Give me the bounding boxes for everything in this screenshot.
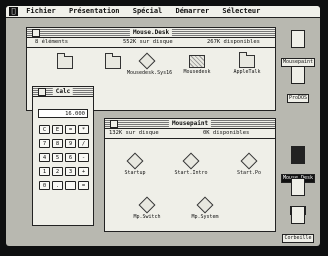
icon-label: Mp.Switch xyxy=(133,214,161,220)
disk-used: 132K sur disque xyxy=(109,130,159,136)
calc-key[interactable]: 9 xyxy=(65,139,76,148)
desktop-icon-label: Corbeille xyxy=(282,234,314,243)
main-window-title: Mouse.Desk xyxy=(129,28,173,37)
calc-key[interactable]: = xyxy=(78,181,89,190)
file-icon-mp-system[interactable]: Mp.System xyxy=(185,196,225,221)
icon-label: Start.Intro xyxy=(174,170,208,176)
diamond-file-icon xyxy=(196,196,214,214)
diamond-file-icon xyxy=(138,52,156,70)
calc-key[interactable]: / xyxy=(78,139,89,148)
calculator-window[interactable]: Calc 16.000 C E = * 7 8 9/4 5 6-1 2 3 +0. = xyxy=(32,86,94,226)
disk-icon xyxy=(291,66,305,84)
calc-key[interactable]: . xyxy=(52,181,63,190)
apple-menu-icon[interactable]:  xyxy=(9,7,18,16)
calc-key[interactable]: 3 xyxy=(65,167,76,176)
diamond-file-icon xyxy=(126,152,144,170)
icon-label: Mousedesk xyxy=(183,69,211,75)
disk-free: 267K disponibles xyxy=(207,39,260,45)
calc-key[interactable]: 5 xyxy=(52,153,63,162)
folder-icon-appletalk[interactable]: AppleTalk xyxy=(227,52,267,76)
icon-label: Mp.System xyxy=(191,214,219,220)
calc-key[interactable]: 6 xyxy=(65,153,76,162)
calc-key[interactable]: + xyxy=(78,167,89,176)
icon-label: Start.Po xyxy=(236,170,262,176)
menu-selecteur[interactable]: Sélecteur xyxy=(222,6,260,17)
desktop-volume-icon[interactable]: ProDOS xyxy=(280,66,316,103)
calc-key[interactable]: = xyxy=(65,125,76,134)
diamond-file-icon xyxy=(182,152,200,170)
calculator-display: 16.000 xyxy=(38,109,88,118)
disk-icon xyxy=(291,146,305,164)
icon-label: Mousedesk.Sys16 xyxy=(127,70,173,76)
close-box-icon[interactable] xyxy=(32,29,40,37)
calc-key[interactable]: E xyxy=(52,125,63,134)
diamond-file-icon xyxy=(138,196,156,214)
application-icon xyxy=(189,55,205,68)
calc-key[interactable]: C xyxy=(39,125,50,134)
file-icon-startup[interactable]: Startup xyxy=(115,152,155,177)
calc-key[interactable]: 0 xyxy=(39,181,50,190)
folder-glyph-icon xyxy=(57,53,73,69)
diamond-file-icon xyxy=(240,152,258,170)
file-icon-mp-switch[interactable]: Mp.Switch xyxy=(127,196,167,221)
folder-glyph-icon xyxy=(239,52,255,68)
desktop-volume-icon[interactable]: Corbeille xyxy=(280,206,316,243)
calculator-title: Calc xyxy=(52,87,74,96)
main-window-info-bar: 8 éléments 552K sur disque 267K disponib… xyxy=(27,38,275,48)
menu-demarrer[interactable]: Démarrer xyxy=(175,6,209,17)
screen:  Fichier Présentation Spécial Démarrer … xyxy=(6,6,320,246)
main-window-titlebar[interactable]: Mouse.Desk xyxy=(27,28,275,38)
menu-bar:  Fichier Présentation Spécial Démarrer … xyxy=(6,6,320,18)
icon-label: AppleTalk xyxy=(233,69,261,75)
folder-glyph-icon xyxy=(105,53,121,69)
folder-icon[interactable] xyxy=(45,53,85,69)
mousepaint-info-bar: 132K sur disque 0K disponibles xyxy=(105,129,275,139)
file-icon-start-intro[interactable]: Start.Intro xyxy=(171,152,211,177)
desktop-icon-label: ProDOS xyxy=(286,94,310,103)
close-box-icon[interactable] xyxy=(110,120,118,128)
file-icon-start-po[interactable]: Start.Po xyxy=(229,152,269,177)
calc-key[interactable]: * xyxy=(78,125,89,134)
calc-key[interactable]: - xyxy=(78,153,89,162)
item-count: 8 éléments xyxy=(35,39,69,45)
file-icon-mousedesk-sys16[interactable]: Mousedesk.Sys16 xyxy=(127,52,173,77)
calc-key[interactable]: 8 xyxy=(52,139,63,148)
calculator-titlebar[interactable]: Calc xyxy=(33,87,93,97)
icon-label: Startup xyxy=(124,170,146,176)
calc-key[interactable]: 1 xyxy=(39,167,50,176)
calc-key[interactable]: 2 xyxy=(52,167,63,176)
disk-icon xyxy=(291,178,305,196)
calc-key[interactable]: 4 xyxy=(39,153,50,162)
menu-fichier[interactable]: Fichier xyxy=(26,6,56,17)
calc-key[interactable] xyxy=(65,181,76,190)
calc-key[interactable]: 7 xyxy=(39,139,50,148)
mousepaint-window-titlebar[interactable]: Mousepaint xyxy=(105,119,275,129)
disk-used: 552K sur disque xyxy=(123,39,173,45)
file-icon-mousedesk[interactable]: Mousedesk xyxy=(177,55,217,76)
mousepaint-window-title: Mousepaint xyxy=(168,119,212,128)
desktop-volume-icon[interactable]: Mousepaint xyxy=(280,30,316,67)
mousepaint-window[interactable]: Mousepaint 132K sur disque 0K disponible… xyxy=(104,118,276,232)
menu-presentation[interactable]: Présentation xyxy=(69,6,120,17)
disk-free: 0K disponibles xyxy=(203,130,250,136)
disk-icon xyxy=(291,30,305,48)
disk-icon xyxy=(291,206,305,224)
menu-special[interactable]: Spécial xyxy=(133,6,163,17)
close-box-icon[interactable] xyxy=(38,88,46,96)
